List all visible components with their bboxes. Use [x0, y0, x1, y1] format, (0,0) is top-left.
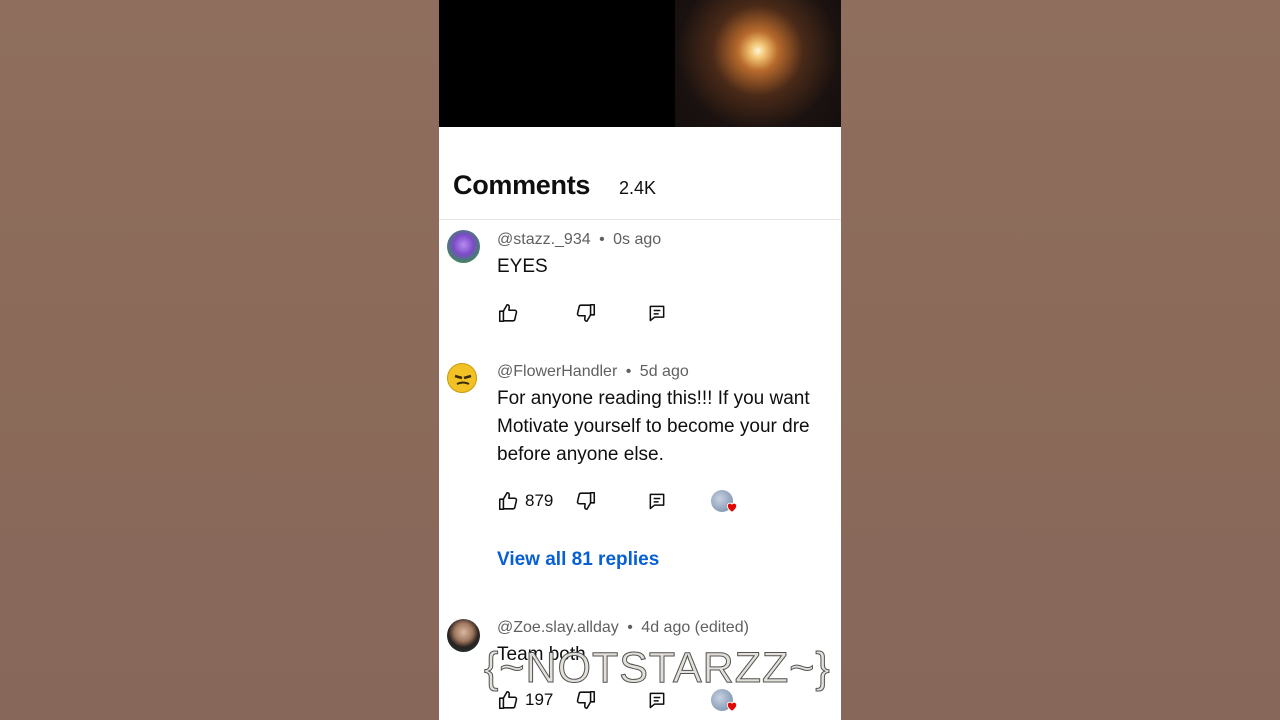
comment-actions — [497, 302, 837, 326]
comment-text-line: For anyone reading this!!! If you want — [497, 388, 810, 409]
reply-button[interactable] — [647, 490, 667, 512]
comment-meta: @FlowerHandler • 5d ago — [497, 363, 689, 381]
comment-text: EYES — [497, 256, 548, 277]
blurred-background-right — [841, 0, 1280, 720]
comment-actions: 879 — [497, 490, 837, 514]
like-button[interactable] — [497, 302, 519, 324]
video-light-glow — [675, 0, 841, 127]
thumbs-up-icon — [498, 491, 518, 511]
thumbs-down-icon — [576, 491, 596, 511]
like-count: 879 — [525, 491, 554, 510]
phone-screen: Comments 2.4K @stazz._934 • 0s ago EYES — [439, 0, 841, 720]
heart-icon — [726, 701, 738, 712]
dislike-button[interactable] — [575, 302, 597, 324]
like-button[interactable]: 879 — [497, 490, 553, 512]
video-player[interactable] — [439, 0, 841, 127]
comment-handle[interactable]: @stazz._934 — [497, 231, 591, 248]
comment-text-line: Motivate yourself to become your dre — [497, 416, 810, 437]
blurred-background-left — [0, 0, 439, 720]
channel-watermark: {~NOTSTARZZ~} — [484, 644, 831, 693]
meta-separator: • — [627, 619, 633, 636]
comment-handle[interactable]: @Zoe.slay.allday — [497, 619, 619, 636]
reply-comment-icon — [649, 493, 665, 510]
thumbs-up-icon — [498, 303, 518, 323]
view-replies-link[interactable]: View all 81 replies — [497, 549, 659, 571]
comment-time: 0s ago — [613, 231, 662, 248]
comments-title: Comments — [453, 170, 591, 200]
reply-button[interactable] — [647, 302, 667, 324]
comment-time: 4d ago (edited) — [641, 619, 749, 636]
comment-text-line: before anyone else. — [497, 444, 664, 465]
heart-icon — [726, 502, 738, 513]
comments-header: Comments 2.4K — [439, 127, 841, 220]
comments-count: 2.4K — [619, 178, 657, 198]
avatar[interactable] — [447, 363, 477, 393]
meta-separator: • — [625, 363, 632, 380]
comment-item: @FlowerHandler • 5d ago For anyone readi… — [439, 353, 841, 613]
dislike-button[interactable] — [575, 490, 597, 512]
comments-sheet: Comments 2.4K @stazz._934 • 0s ago EYES — [439, 127, 841, 720]
avatar[interactable] — [447, 230, 480, 263]
smiley-face-icon — [454, 374, 472, 385]
comment-meta: @stazz._934 • 0s ago — [497, 231, 661, 249]
thumbs-down-icon — [576, 303, 596, 323]
avatar[interactable] — [447, 619, 480, 652]
reply-comment-icon — [649, 305, 665, 322]
comment-handle[interactable]: @FlowerHandler — [497, 363, 617, 380]
comment-item: @stazz._934 • 0s ago EYES — [439, 220, 841, 350]
comment-meta: @Zoe.slay.allday • 4d ago (edited) — [497, 619, 749, 637]
comment-time: 5d ago — [639, 363, 689, 380]
meta-separator: • — [599, 231, 605, 248]
